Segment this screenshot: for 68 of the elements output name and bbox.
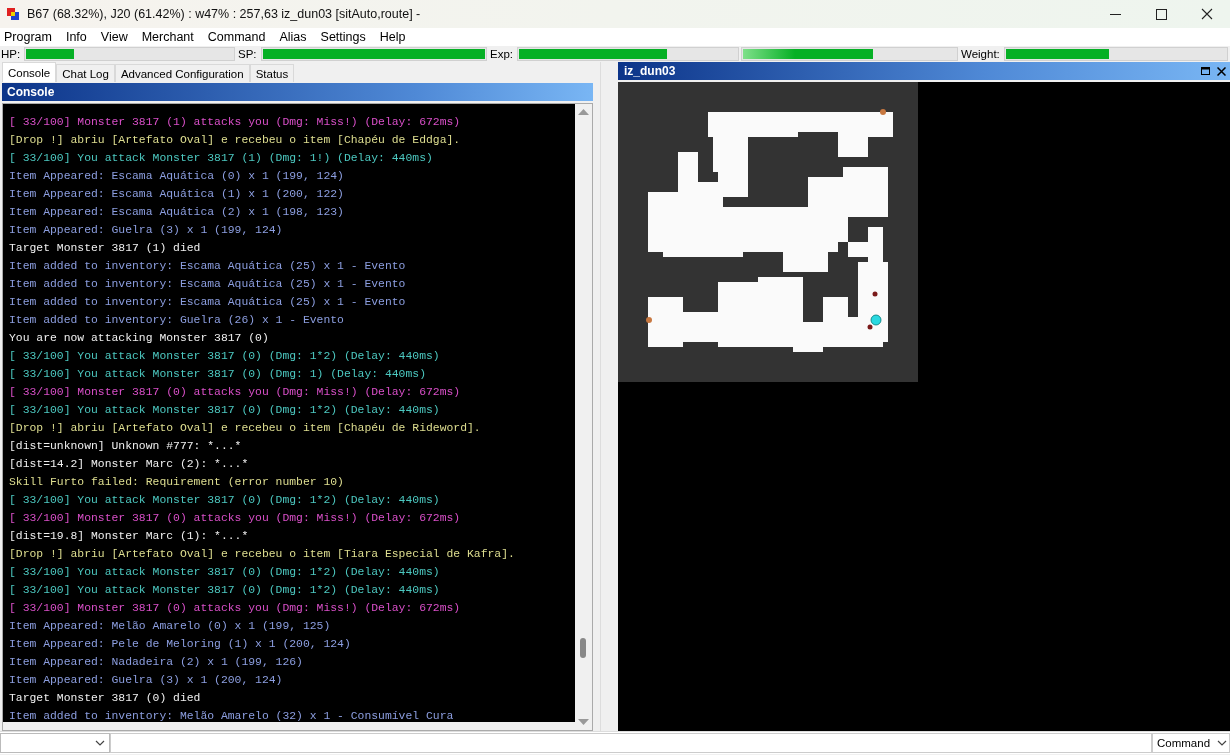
log-line: Item Appeared: Pele de Meloring (1) x 1 (200, 124) xyxy=(9,637,352,652)
maximize-icon xyxy=(1155,8,1167,20)
log-line: Item Appeared: Escama Aquática (0) x 1 (199, 124) xyxy=(9,169,345,184)
log-line: [ 33/100] You attack Monster 3817 (0) (Dmg: 1*2) (Delay: 440ms) xyxy=(9,583,441,598)
log-line: Item added to inventory: Escama Aquática (25) x 1 - Evento xyxy=(9,259,407,274)
dropdown-caret-icon xyxy=(1217,740,1227,746)
close-icon xyxy=(1216,66,1226,76)
scroll-up-icon[interactable] xyxy=(578,108,589,116)
log-line: Item Appeared: Melão Amarelo (0) x 1 (199, 125) xyxy=(9,619,332,634)
stat-label: Weight: xyxy=(960,48,1001,60)
log-line: [ 33/100] You attack Monster 3817 (0) (Dmg: 1*2) (Delay: 440ms) xyxy=(9,493,441,508)
log-line: Item added to inventory: Melão Amarelo (32) x 1 - Consumível Cura xyxy=(9,709,455,722)
tab[interactable]: Status xyxy=(249,64,295,82)
stat-label: Exp: xyxy=(489,48,514,60)
log-line: You are now attacking Monster 3817 (0) xyxy=(9,331,270,346)
log-line: [Drop !] abriu [Artefato Oval] e recebeu o item [Chapéu de Eddga]. xyxy=(9,133,462,148)
stat-label: HP: xyxy=(0,48,22,60)
log-line: [Drop !] abriu [Artefato Oval] e recebeu o item [Chapéu de Rideword]. xyxy=(9,421,482,436)
log-line: [Drop !] abriu [Artefato Oval] e recebeu o item [Tiara Especial de Kafra]. xyxy=(9,547,516,562)
tab[interactable]: Console xyxy=(2,62,57,82)
log-line: Item added to inventory: Escama Aquática (25) x 1 - Evento xyxy=(9,277,407,292)
history-dropdown[interactable] xyxy=(0,733,110,753)
log-line: [ 33/100] You attack Monster 3817 (0) (Dmg: 1*2) (Delay: 440ms) xyxy=(9,349,441,364)
panel-title: Console xyxy=(2,83,593,101)
menu-item[interactable]: Help xyxy=(379,30,413,44)
command-mode-dropdown[interactable]: Command xyxy=(1152,733,1230,753)
log-line: Skill Furto failed: Requirement (error number 10) xyxy=(9,475,345,490)
menu-item[interactable]: Info xyxy=(65,30,94,44)
menu-item[interactable]: Program xyxy=(4,30,59,44)
menu-item[interactable]: Merchant xyxy=(141,30,201,44)
stat-label: SP: xyxy=(237,48,258,60)
log-line: Target Monster 3817 (1) died xyxy=(9,241,202,256)
log-line: Item added to inventory: Guelra (26) x 1 - Evento xyxy=(9,313,345,328)
log-line: Item Appeared: Nadadeira (2) x 1 (199, 126) xyxy=(9,655,304,670)
menu-item[interactable]: Command xyxy=(207,30,273,44)
log-line: Item Appeared: Escama Aquática (2) x 1 (198, 123) xyxy=(9,205,345,220)
tab[interactable]: Chat Log xyxy=(56,64,115,82)
scroll-down-icon[interactable] xyxy=(578,718,589,726)
app-icon xyxy=(7,8,19,20)
log-line: [dist=14.2] Monster Marc (2): *...* xyxy=(9,457,250,472)
menu-item[interactable]: View xyxy=(100,30,135,44)
window-title: B67 (68.32%), J20 (61.42%) : w47% : 257,63 iz_dun03 [sitAuto,route] - xyxy=(27,7,421,21)
log-line: Item Appeared: Guelra (3) x 1 (200, 124) xyxy=(9,673,284,688)
log-line: [ 33/100] Monster 3817 (1) attacks you (Dmg: Miss!) (Delay: 672ms) xyxy=(9,115,462,130)
log-line: Target Monster 3817 (0) died xyxy=(9,691,202,706)
command-input[interactable] xyxy=(110,733,1152,753)
map-close-button[interactable] xyxy=(1214,64,1228,78)
window-restore-icon xyxy=(1200,67,1210,75)
log-line: [ 33/100] Monster 3817 (0) attacks you (Dmg: Miss!) (Delay: 672ms) xyxy=(9,511,462,526)
log-line: [dist=unknown] Unknown #777: *...* xyxy=(9,439,243,454)
close-icon xyxy=(1201,8,1213,20)
log-line: [ 33/100] You attack Monster 3817 (1) (Dmg: 1!) (Delay: 440ms) xyxy=(9,151,434,166)
minimize-icon xyxy=(1109,13,1121,15)
log-line: [ 33/100] You attack Monster 3817 (0) (Dmg: 1*2) (Delay: 440ms) xyxy=(9,403,441,418)
log-line: Item added to inventory: Escama Aquática (25) x 1 - Evento xyxy=(9,295,407,310)
map-window-title: iz_dun03 xyxy=(624,64,677,78)
tab[interactable]: Advanced Configuration xyxy=(114,64,250,82)
dropdown-caret-icon xyxy=(95,740,105,746)
log-line: [ 33/100] You attack Monster 3817 (0) (Dmg: 1) (Delay: 440ms) xyxy=(9,367,427,382)
scroll-thumb[interactable] xyxy=(580,638,586,658)
log-line: [dist=19.8] Monster Marc (1): *...* xyxy=(9,529,250,544)
log-line: Item Appeared: Escama Aquática (1) x 1 (200, 122) xyxy=(9,187,345,202)
log-line: [ 33/100] Monster 3817 (0) attacks you (Dmg: Miss!) (Delay: 672ms) xyxy=(9,601,462,616)
log-line: [ 33/100] Monster 3817 (0) attacks you (Dmg: Miss!) (Delay: 672ms) xyxy=(9,385,462,400)
menu-item[interactable]: Alias xyxy=(279,30,314,44)
log-line: [ 33/100] You attack Monster 3817 (0) (Dmg: 1*2) (Delay: 440ms) xyxy=(9,565,441,580)
log-line: Item Appeared: Guelra (3) x 1 (199, 124) xyxy=(9,223,284,238)
menu-item[interactable]: Settings xyxy=(320,30,373,44)
